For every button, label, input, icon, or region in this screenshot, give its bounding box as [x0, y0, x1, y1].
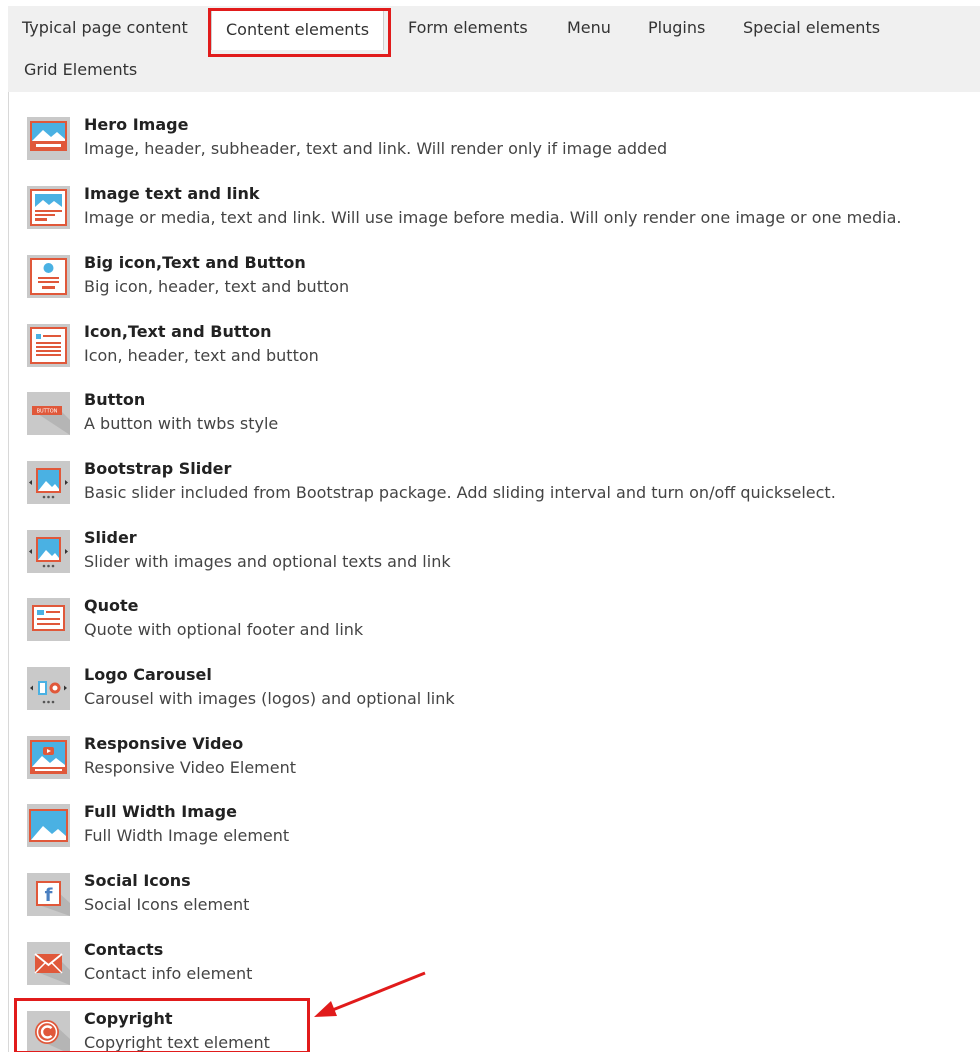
content-element-image-text-and-link[interactable]: Image text and link Image or media, text… — [27, 183, 967, 245]
facebook-icon-text: f — [45, 885, 53, 906]
item-title: Hero Image — [84, 115, 189, 134]
content-element-responsive-video[interactable]: Responsive Video Responsive Video Elemen… — [27, 733, 967, 795]
icon-text-button-icon — [27, 324, 70, 367]
content-element-full-width-image[interactable]: Full Width Image Full Width Image elemen… — [27, 801, 967, 863]
item-description: Full Width Image element — [84, 826, 290, 845]
image-text-link-icon — [27, 186, 70, 229]
tab-special-elements[interactable]: Special elements — [743, 18, 880, 38]
item-title: Full Width Image — [84, 802, 237, 821]
item-title: Quote — [84, 596, 139, 615]
logo-carousel-icon — [27, 667, 70, 710]
tab-menu[interactable]: Menu — [567, 18, 611, 38]
hero-image-icon — [27, 117, 70, 160]
item-description: Big icon, header, text and button — [84, 277, 350, 296]
page: Typical page content Content elements Fo… — [0, 0, 980, 1052]
content-element-logo-carousel[interactable]: Logo Carousel Carousel with images (logo… — [27, 664, 967, 726]
item-title: Icon,Text and Button — [84, 322, 272, 341]
bootstrap-slider-icon — [27, 461, 70, 504]
item-title: Image text and link — [84, 184, 260, 203]
content-element-bootstrap-slider[interactable]: Bootstrap Slider Basic slider included f… — [27, 458, 967, 520]
item-title: Social Icons — [84, 871, 191, 890]
item-description: Carousel with images (logos) and optiona… — [84, 689, 455, 708]
button-icon-text: BUTTON — [37, 409, 58, 415]
item-description: Social Icons element — [84, 895, 250, 914]
item-title: Big icon,Text and Button — [84, 253, 306, 272]
item-description: Icon, header, text and button — [84, 346, 319, 365]
content-element-slider[interactable]: Slider Slider with images and optional t… — [27, 527, 967, 589]
content-element-big-icon-text-and-button[interactable]: Big icon,Text and Button Big icon, heade… — [27, 252, 967, 314]
slider-icon — [27, 530, 70, 573]
video-icon — [27, 736, 70, 779]
item-title: Contacts — [84, 940, 164, 959]
tab-typical-page-content[interactable]: Typical page content — [22, 18, 188, 38]
content-elements-panel: Hero Image Image, header, subheader, tex… — [8, 92, 980, 1052]
content-element-icon-text-and-button[interactable]: Icon,Text and Button Icon, header, text … — [27, 321, 967, 383]
item-description: Quote with optional footer and link — [84, 620, 364, 639]
item-title: Slider — [84, 528, 137, 547]
item-description: Responsive Video Element — [84, 758, 296, 777]
tab-bar: Typical page content Content elements Fo… — [8, 6, 980, 93]
item-title: Logo Carousel — [84, 665, 212, 684]
item-description: Slider with images and optional texts an… — [84, 552, 451, 571]
content-element-button[interactable]: BUTTON Button A button with twbs style — [27, 389, 967, 451]
item-description: Image or media, text and link. Will use … — [84, 208, 902, 227]
content-element-copyright[interactable]: Copyright Copyright text element — [27, 1008, 967, 1052]
content-element-social-icons[interactable]: f Social Icons Social Icons element — [27, 870, 967, 932]
item-description: Copyright text element — [84, 1033, 270, 1052]
content-element-contacts[interactable]: Contacts Contact info element — [27, 939, 967, 1001]
content-element-hero-image[interactable]: Hero Image Image, header, subheader, tex… — [27, 114, 967, 176]
item-title: Button — [84, 390, 146, 409]
item-description: A button with twbs style — [84, 414, 279, 433]
item-description: Image, header, subheader, text and link.… — [84, 139, 668, 158]
item-description: Basic slider included from Bootstrap pac… — [84, 483, 836, 502]
content-element-quote[interactable]: Quote Quote with optional footer and lin… — [27, 595, 967, 657]
tab-grid-elements[interactable]: Grid Elements — [24, 60, 137, 80]
contacts-icon — [27, 942, 70, 985]
item-title: Responsive Video — [84, 734, 244, 753]
button-icon: BUTTON — [27, 392, 70, 435]
full-width-image-icon — [27, 804, 70, 847]
big-icon-icon — [27, 255, 70, 298]
tab-form-elements[interactable]: Form elements — [408, 18, 528, 38]
copyright-icon — [27, 1011, 70, 1052]
item-title: Copyright — [84, 1009, 173, 1028]
item-description: Contact info element — [84, 964, 253, 983]
tab-plugins[interactable]: Plugins — [648, 18, 705, 38]
tab-content-elements[interactable]: Content elements — [211, 8, 385, 50]
quote-icon — [27, 598, 70, 641]
social-icons-icon: f — [27, 873, 70, 916]
item-title: Bootstrap Slider — [84, 459, 232, 478]
